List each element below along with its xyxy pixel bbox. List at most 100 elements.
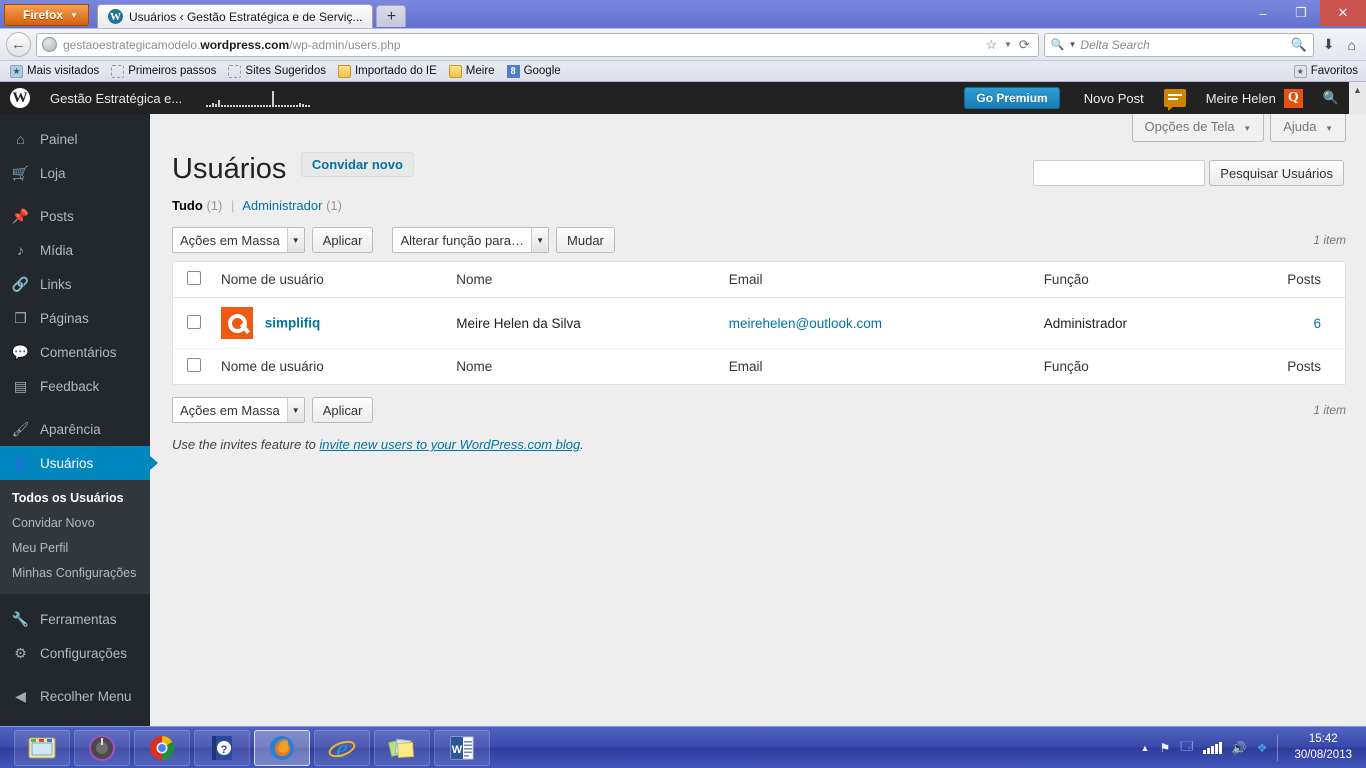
row-checkbox[interactable] (187, 314, 201, 329)
column-footer-email[interactable]: Email (719, 349, 1034, 385)
search-users-button[interactable]: Pesquisar Usuários (1209, 160, 1344, 186)
sidebar-item-label: Comentários (40, 344, 117, 360)
taskbar-media-player[interactable] (74, 729, 130, 766)
firefox-menu-button[interactable]: Firefox ▼ (4, 4, 89, 26)
username-link[interactable]: simplifiq (265, 316, 321, 331)
minimize-button[interactable]: – (1244, 0, 1282, 26)
filter-separator: | (230, 198, 235, 213)
bookmark-mais-visitados[interactable]: ★ Mais visitados (6, 64, 103, 79)
invite-new-button[interactable]: Convidar novo (300, 152, 414, 177)
taskbar-help[interactable]: ? (194, 729, 250, 766)
bulk-actions-select-bottom[interactable]: Ações em Massa ▼ (172, 397, 305, 423)
select-all-footer (173, 349, 212, 385)
taskbar-chrome[interactable] (134, 729, 190, 766)
screen-options-button[interactable]: Opções de Tela ▼ (1131, 114, 1265, 142)
home-icon[interactable]: ⌂ (1344, 37, 1360, 53)
filter-tudo-label[interactable]: Tudo (172, 198, 203, 213)
clock[interactable]: 15:42 30/08/2013 (1288, 732, 1358, 763)
downloads-icon[interactable]: ⬇ (1319, 36, 1339, 53)
apply-button-top[interactable]: Aplicar (311, 227, 374, 253)
browser-tab-users[interactable]: W Usuários ‹ Gestão Estratégica e de Ser… (96, 4, 374, 28)
page-scrollbar-up-arrow[interactable]: ▲ (1349, 82, 1366, 114)
sidebar-item-ferramentas[interactable]: 🔧 Ferramentas (0, 603, 150, 637)
bookmark-star-icon[interactable]: ☆ (985, 37, 997, 53)
email-link[interactable]: meirehelen@outlook.com (729, 316, 882, 331)
admin-bar-search-button[interactable]: 🔍 (1313, 82, 1349, 114)
sidebar-item-usuarios[interactable]: 👤 Usuários (0, 446, 158, 480)
notifications-button[interactable] (1154, 82, 1196, 114)
address-bar[interactable]: gestaoestrategicamodelo.wordpress.com/wp… (36, 32, 1039, 57)
close-button[interactable]: ✕ (1320, 0, 1366, 26)
chevron-down-icon[interactable]: ▼ (1004, 40, 1012, 49)
sidebar-item-configuracoes[interactable]: ⚙ Configurações (0, 637, 150, 671)
stats-sparkline[interactable] (206, 89, 311, 107)
my-account-menu[interactable]: Meire Helen Q (1196, 82, 1313, 114)
bookmark-importado-do-ie[interactable]: Importado do IE (334, 64, 441, 79)
taskbar-file-explorer[interactable] (14, 729, 70, 766)
users-table-foot: Nome de usuário Nome Email Função Posts (172, 348, 1346, 385)
invites-link[interactable]: invite new users to your WordPress.com b… (319, 437, 580, 452)
column-footer-posts[interactable]: Posts (1221, 349, 1345, 385)
wp-logo-menu[interactable]: W (0, 82, 40, 114)
posts-count-link[interactable]: 6 (1313, 316, 1321, 331)
sidebar-item-aparencia[interactable]: 🖌 Aparência (0, 412, 150, 446)
reload-icon[interactable]: ⟳ (1019, 37, 1030, 53)
column-header-posts[interactable]: Posts (1221, 262, 1345, 298)
search-submit-icon[interactable]: 🔍 (1291, 37, 1307, 53)
bulk-actions-select-top[interactable]: Ações em Massa ▼ (172, 227, 305, 253)
change-role-button[interactable]: Mudar (556, 227, 615, 253)
sidebar-subitem-minhas-configuracoes[interactable]: Minhas Configurações (0, 561, 150, 586)
column-header-username[interactable]: Nome de usuário (211, 262, 434, 298)
column-footer-username[interactable]: Nome de usuário (211, 349, 434, 385)
bookmark-meire[interactable]: Meire (445, 64, 499, 79)
back-button[interactable]: ← (6, 32, 31, 57)
bookmark-google[interactable]: 8 Google (503, 64, 565, 79)
restore-button[interactable]: ❐ (1282, 0, 1320, 26)
sidebar-subitem-todos-os-usuarios[interactable]: Todos os Usuários (0, 486, 150, 511)
select-all-checkbox-footer[interactable] (187, 358, 201, 372)
filter-administrador-label[interactable]: Administrador (242, 198, 322, 213)
taskbar-firefox[interactable] (254, 729, 310, 766)
sidebar-item-painel[interactable]: ⌂ Painel (0, 122, 150, 156)
link-icon: 🔗 (11, 275, 30, 292)
bookmark-sites-sugeridos[interactable]: Sites Sugeridos (224, 64, 330, 79)
table-row[interactable]: simplifiq Meire Helen da Silva meirehele… (172, 298, 1346, 349)
select-all-checkbox[interactable] (187, 271, 201, 285)
new-tab-button[interactable]: + (376, 5, 407, 27)
action-center-icon[interactable]: 🗔 (1180, 737, 1193, 758)
flag-icon[interactable]: ⚑ (1159, 741, 1170, 755)
bookmark-primeiros-passos[interactable]: Primeiros passos (107, 64, 220, 79)
apply-button-bottom[interactable]: Aplicar (311, 397, 374, 423)
sidebar-item-links[interactable]: 🔗 Links (0, 267, 150, 301)
taskbar-sticky-notes[interactable] (374, 729, 430, 766)
sidebar-item-midia[interactable]: ♪ Mídia (0, 233, 150, 267)
dropbox-icon[interactable]: ❖ (1257, 741, 1268, 755)
filter-tudo-count: (1) (206, 198, 223, 213)
network-signal-icon[interactable] (1203, 741, 1222, 754)
sidebar-item-loja[interactable]: 🛒 Loja (0, 156, 150, 190)
favorites-button[interactable]: ★ Favoritos (1293, 64, 1360, 78)
go-premium-button[interactable]: Go Premium (964, 87, 1060, 109)
sidebar-collapse-menu[interactable]: ◀ Recolher Menu (0, 680, 150, 714)
browser-search-box[interactable]: 🔍 ▼ Delta Search 🔍 (1043, 32, 1314, 57)
change-role-select[interactable]: Alterar função para… ▼ (392, 227, 550, 253)
page-title: Usuários (172, 153, 287, 185)
chevron-down-icon[interactable]: ▼ (1069, 40, 1077, 49)
new-post-button[interactable]: Novo Post (1074, 82, 1154, 114)
admin-bar-site-name[interactable]: Gestão Estratégica e... (40, 82, 192, 114)
sidebar-item-paginas[interactable]: ❐ Páginas (0, 301, 150, 335)
help-button[interactable]: Ajuda ▼ (1270, 114, 1346, 142)
taskbar-internet-explorer[interactable]: e (314, 729, 370, 766)
sidebar-subitem-meu-perfil[interactable]: Meu Perfil (0, 536, 150, 561)
show-hidden-icons-button[interactable]: ▲ (1141, 743, 1150, 753)
column-footer-name[interactable]: Nome (434, 349, 719, 385)
column-header-email[interactable]: Email (719, 262, 1034, 298)
volume-icon[interactable]: 🔊 (1232, 741, 1247, 755)
sidebar-item-comentarios[interactable]: 💬 Comentários (0, 335, 150, 369)
sidebar-item-feedback[interactable]: ▤ Feedback (0, 369, 150, 403)
column-header-name[interactable]: Nome (434, 262, 719, 298)
sidebar-subitem-convidar-novo[interactable]: Convidar Novo (0, 511, 150, 536)
taskbar-word[interactable]: W (434, 729, 490, 766)
sidebar-item-posts[interactable]: 📌 Posts (0, 199, 150, 233)
user-search-input[interactable] (1033, 160, 1206, 186)
